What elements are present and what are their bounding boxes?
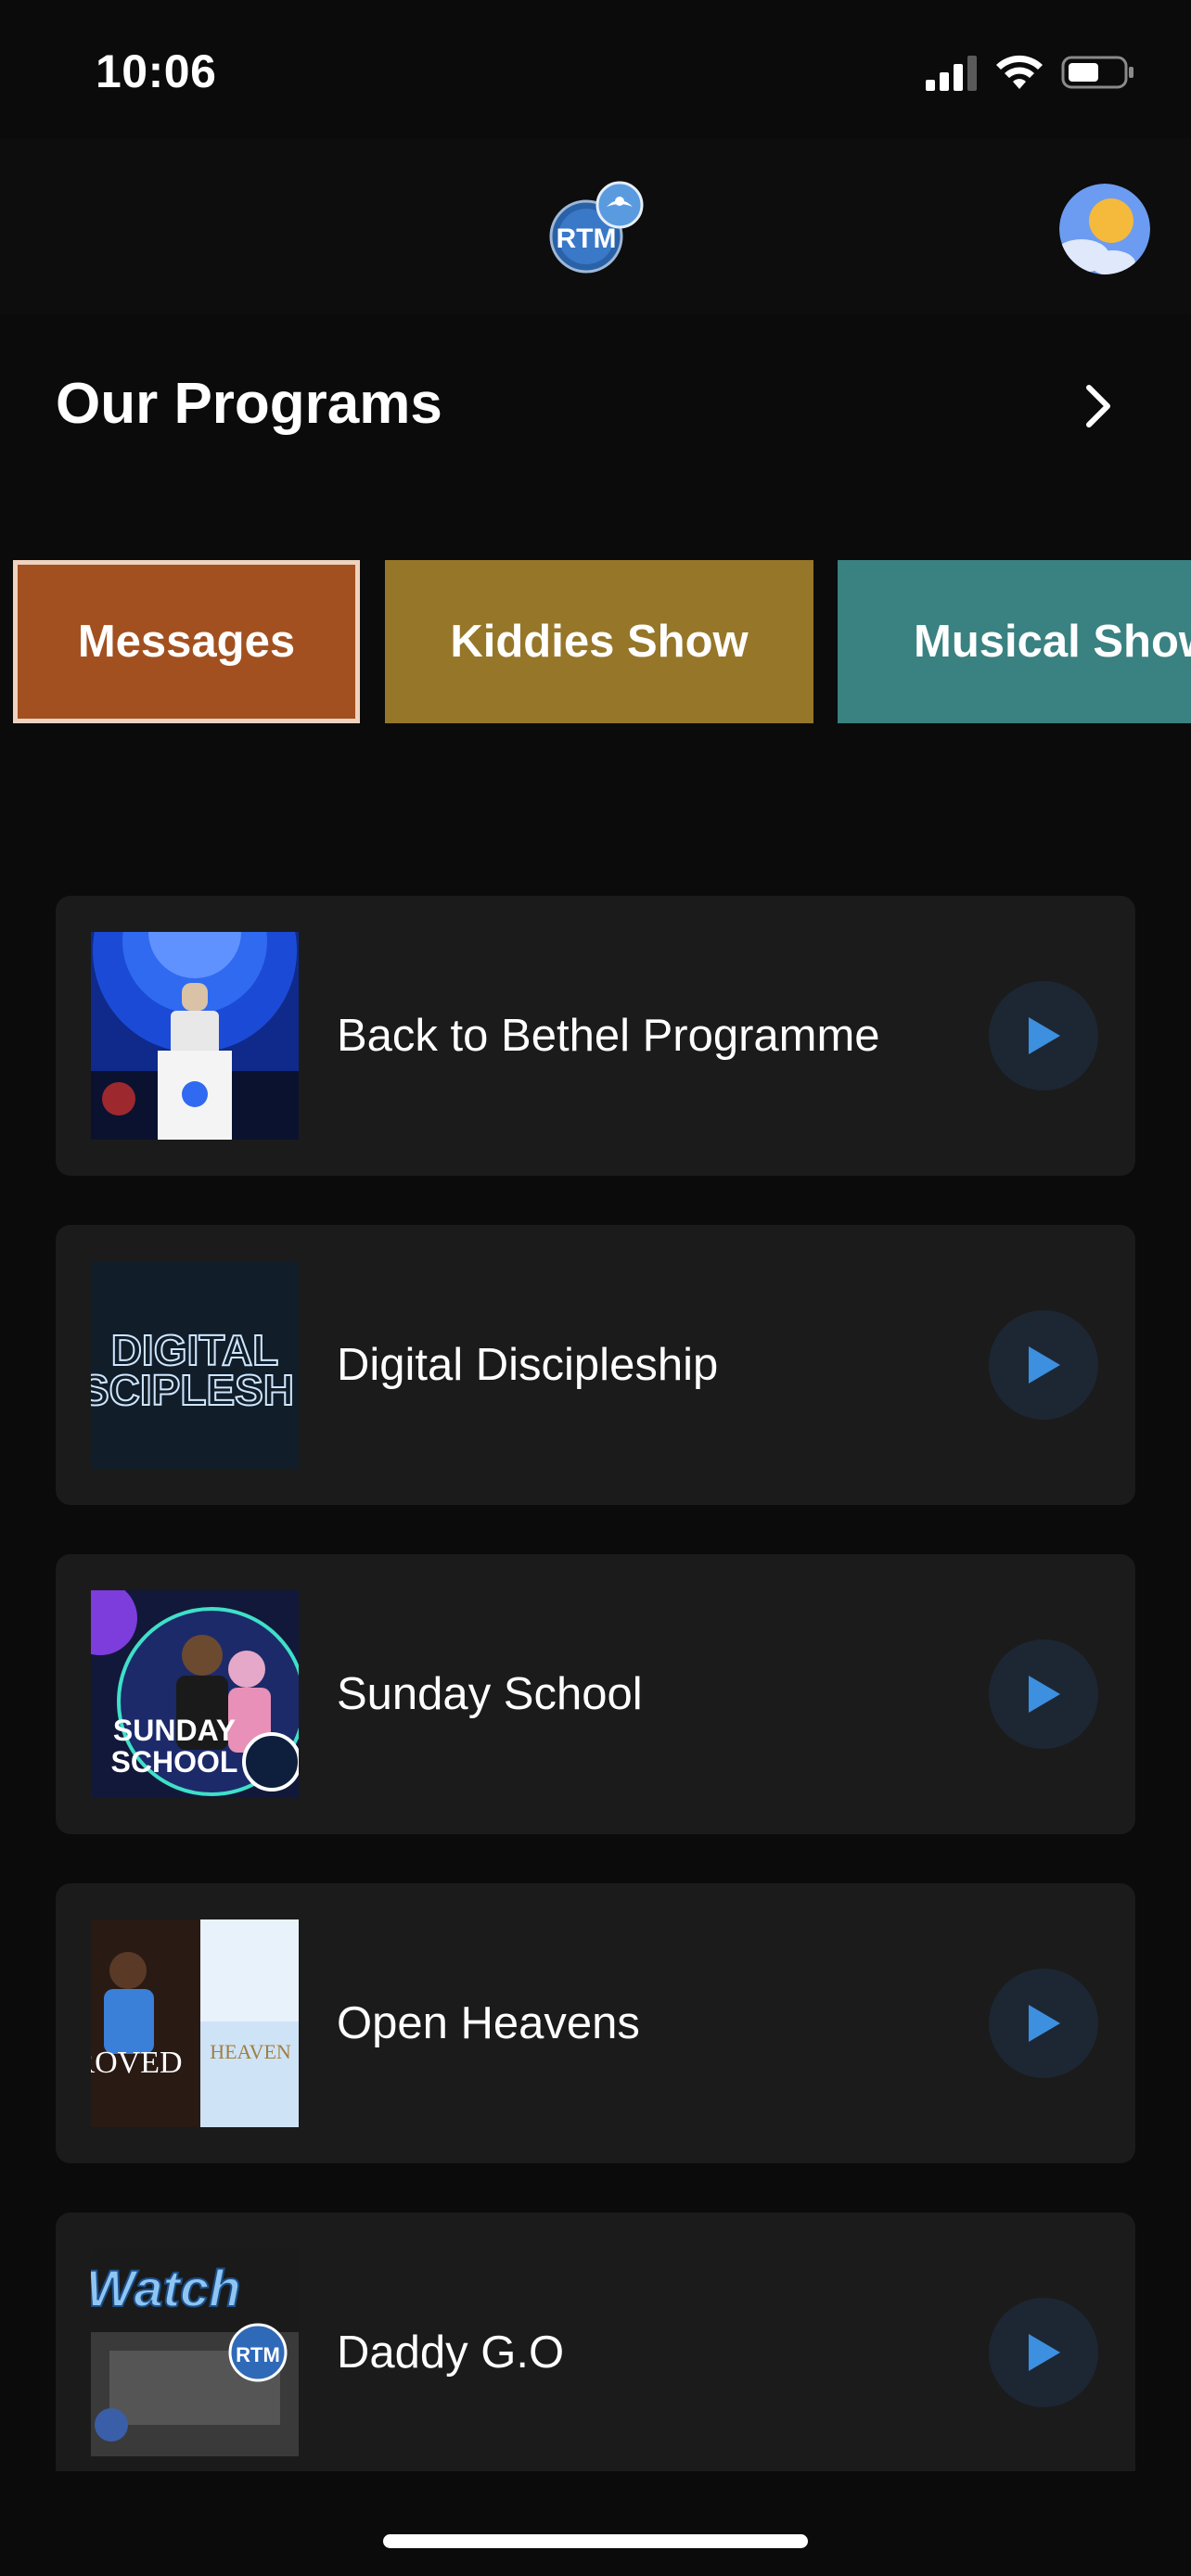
avatar[interactable] bbox=[1059, 184, 1150, 274]
program-card[interactable]: Back to Bethel Programme bbox=[56, 896, 1135, 1176]
program-thumbnail: Watch RTM bbox=[91, 2249, 299, 2456]
status-icons bbox=[926, 54, 1135, 91]
program-thumbnail: DIGITAL SCIPLESH bbox=[91, 1261, 299, 1469]
program-thumbnail: SUNDAY SCHOOL bbox=[91, 1590, 299, 1798]
rtm-logo: RTM bbox=[545, 181, 647, 283]
play-icon bbox=[1029, 1017, 1060, 1054]
thumb-text: SUNDAY bbox=[113, 1714, 236, 1747]
status-time: 10:06 bbox=[96, 45, 217, 97]
logo-text: RTM bbox=[557, 223, 617, 254]
svg-text:SCIPLESH: SCIPLESH bbox=[91, 1366, 294, 1414]
program-card[interactable]: Watch RTM Daddy G.O bbox=[56, 2213, 1135, 2493]
svg-text:RTM: RTM bbox=[236, 2343, 280, 2366]
home-indicator[interactable] bbox=[383, 2534, 808, 2548]
sun-avatar-icon bbox=[1059, 184, 1150, 274]
svg-text:SCHOOL: SCHOOL bbox=[111, 1745, 238, 1779]
wifi-icon bbox=[996, 55, 1043, 89]
status-bar: 10:06 bbox=[0, 0, 1191, 139]
program-thumbnail: ROVED HEAVEN bbox=[91, 1919, 299, 2127]
program-title: Digital Discipleship bbox=[337, 1340, 719, 1390]
tab-musical-show[interactable]: Musical Show bbox=[838, 560, 1191, 723]
battery-icon bbox=[1061, 56, 1133, 89]
tab-messages[interactable]: Messages bbox=[13, 560, 360, 723]
play-button[interactable] bbox=[989, 981, 1098, 1090]
program-title: Daddy G.O bbox=[337, 2327, 565, 2378]
program-title: Back to Bethel Programme bbox=[337, 1011, 880, 1061]
program-card[interactable]: ROVED HEAVEN Open Heavens bbox=[56, 1883, 1135, 2163]
program-card[interactable]: DIGITAL SCIPLESH Digital Discipleship bbox=[56, 1225, 1135, 1505]
play-icon bbox=[1029, 1346, 1060, 1384]
svg-text:HEAVEN: HEAVEN bbox=[210, 2040, 291, 2063]
play-button[interactable] bbox=[989, 2298, 1098, 2407]
thumb-text: Watch bbox=[91, 2259, 241, 2317]
section-title: Our Programs bbox=[56, 372, 442, 436]
play-button[interactable] bbox=[989, 1969, 1098, 2078]
app-header: RTM bbox=[0, 139, 1191, 315]
tab-kiddies-show[interactable]: Kiddies Show bbox=[385, 560, 813, 723]
play-icon bbox=[1029, 2005, 1060, 2042]
program-card[interactable]: SUNDAY SCHOOL Sunday School bbox=[56, 1554, 1135, 1834]
program-title: Open Heavens bbox=[337, 1998, 640, 2048]
play-icon bbox=[1029, 1676, 1060, 1713]
chevron-right-icon[interactable] bbox=[1080, 380, 1117, 432]
bottom-bar bbox=[0, 2471, 1191, 2576]
play-button[interactable] bbox=[989, 1639, 1098, 1749]
category-tabs: Messages Kiddies Show Musical Show bbox=[13, 560, 1191, 723]
play-button[interactable] bbox=[989, 1310, 1098, 1420]
thumb-text: ROVED bbox=[91, 2046, 183, 2080]
cellular-signal-icon bbox=[926, 56, 977, 91]
program-thumbnail bbox=[91, 932, 299, 1140]
play-icon bbox=[1029, 2334, 1060, 2371]
program-title: Sunday School bbox=[337, 1669, 643, 1719]
